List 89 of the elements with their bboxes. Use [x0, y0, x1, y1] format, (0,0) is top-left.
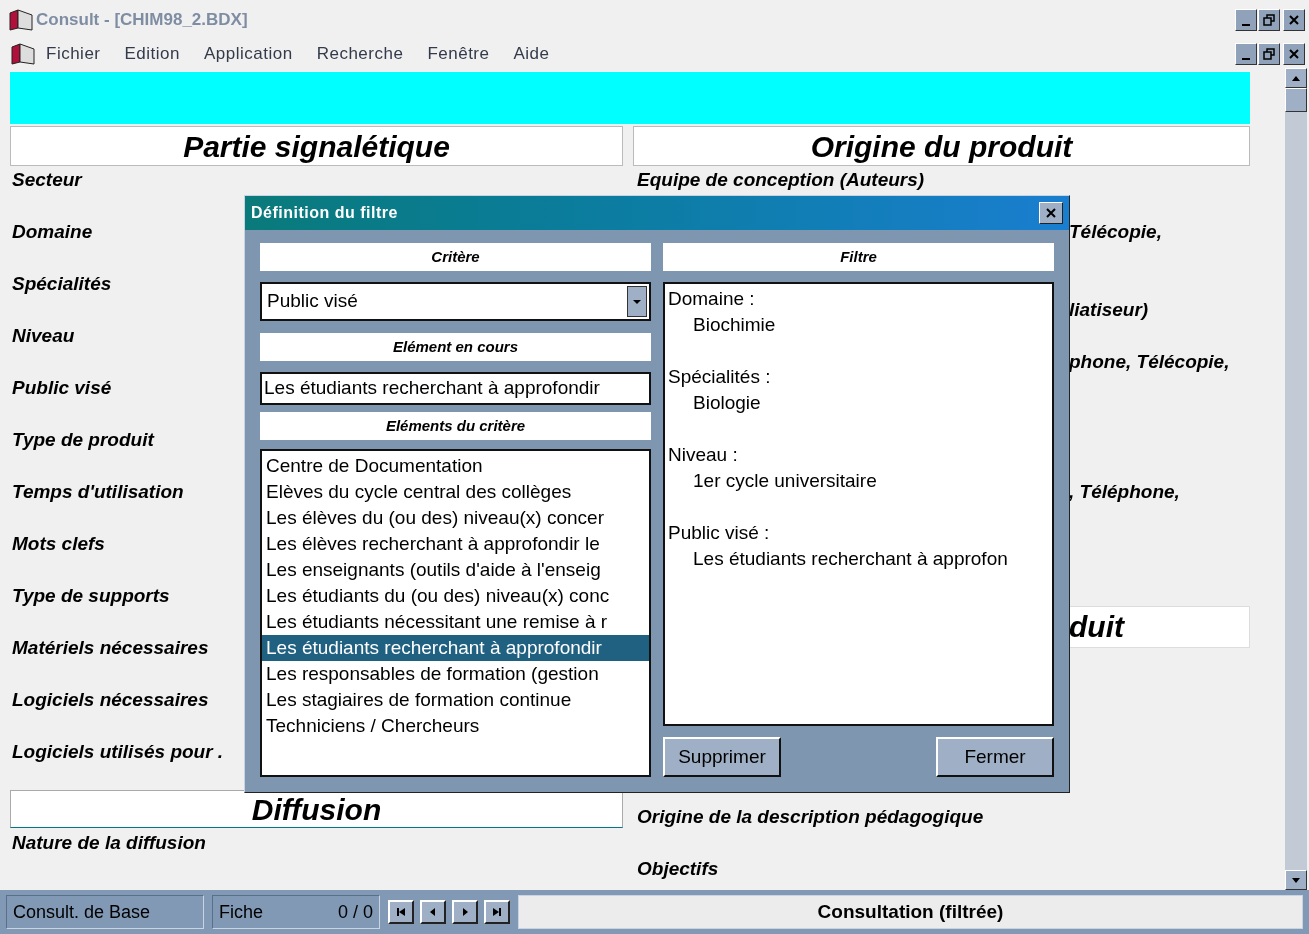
menu-item[interactable]: Aide	[513, 41, 550, 67]
field-label: Origine de la description pédagogique	[637, 806, 984, 827]
column-header: Elément en cours	[260, 333, 651, 361]
filter-label: Public visé :	[668, 521, 771, 545]
first-record-button[interactable]	[388, 900, 414, 924]
minimize-button[interactable]	[1235, 9, 1257, 31]
record-counter: 0 / 0	[337, 900, 373, 924]
list-item[interactable]: Les étudiants nécessitant une remise à r	[262, 609, 649, 635]
current-element-field[interactable]: Les étudiants recherchant à approfondir	[260, 372, 651, 405]
window-title: Consult - [CHIM98_2.BDX]	[36, 9, 248, 32]
field-label: Niveau	[12, 325, 75, 346]
column-header: Filtre	[663, 243, 1054, 271]
right-arrow-icon	[491, 906, 503, 918]
filter-value: Biochimie	[692, 313, 777, 337]
section-header: Diffusion	[10, 790, 623, 828]
close-button[interactable]	[1283, 9, 1305, 31]
list-item[interactable]: Les élèves recherchant à approfondir le	[262, 531, 649, 557]
field-label: Type de supports	[12, 585, 170, 606]
filter-value: 1er cycle universitaire	[692, 469, 878, 493]
field-label: Equipe de conception (Auteurs)	[637, 169, 925, 190]
field-label: Objectifs	[637, 858, 719, 879]
scroll-up-icon[interactable]	[1292, 75, 1300, 81]
minimize-icon	[1242, 24, 1250, 26]
restore-button[interactable]	[1258, 43, 1280, 65]
close-icon	[1045, 207, 1057, 219]
filter-label: Spécialités :	[668, 365, 772, 389]
next-button[interactable]	[452, 900, 478, 924]
dialog-button[interactable]: Supprimer	[663, 737, 781, 777]
filter-label: Niveau :	[668, 443, 739, 467]
section-header: Origine du produit	[633, 126, 1250, 166]
filter-value: Les étudiants recherchant à approfon	[692, 547, 1009, 571]
close-button[interactable]	[1283, 43, 1305, 65]
left-arrow-icon	[395, 906, 407, 918]
menu-item[interactable]: Fenêtre	[427, 41, 490, 67]
scrollbar-thumb[interactable]	[1285, 88, 1307, 112]
close-button[interactable]	[1039, 202, 1063, 224]
field-label: phone, Télécopie,	[1069, 351, 1230, 372]
field-label: Logiciels nécessaires	[12, 689, 209, 710]
restore-icon	[1263, 48, 1275, 60]
close-icon	[1288, 14, 1300, 26]
scrollbar[interactable]	[1285, 68, 1307, 890]
column-header: Eléments du critère	[260, 412, 651, 440]
criterion-dropdown[interactable]: Public visé	[260, 282, 651, 321]
scroll-down-icon[interactable]	[1292, 877, 1300, 883]
field-label: Logiciels utilisés pour .	[12, 741, 224, 762]
list-item[interactable]: Elèves du cycle central des collèges	[262, 479, 649, 505]
list-item[interactable]: Les stagiaires de formation continue	[262, 687, 649, 713]
minimize-button[interactable]	[1235, 43, 1257, 65]
field-label: Public visé	[12, 377, 112, 398]
menu-item[interactable]: Edition	[124, 41, 180, 67]
menu-item[interactable]: Fichier	[46, 41, 101, 67]
field-label: Mots clefs	[12, 533, 105, 554]
field-label: Domaine	[12, 221, 93, 242]
list-item[interactable]: Les étudiants recherchant à approfondir	[262, 635, 649, 661]
dropdown-icon[interactable]	[627, 286, 647, 317]
list-item[interactable]: Les enseignants (outils d'aide à l'enseig	[262, 557, 649, 583]
list-item[interactable]: Techniciens / Chercheurs	[262, 713, 649, 739]
field-label: Type de produit	[12, 429, 154, 450]
last-record-button[interactable]	[484, 900, 510, 924]
field-label: liatiseur)	[1069, 299, 1149, 320]
criterion-list[interactable]	[260, 449, 651, 777]
field-label: Télécopie,	[1069, 221, 1162, 242]
filter-label: Domaine :	[668, 287, 756, 311]
field-label: Temps d'utilisation	[12, 481, 184, 502]
dialog-title: Définition du filtre	[251, 203, 398, 223]
dialog-button[interactable]: Fermer	[936, 737, 1054, 777]
section-header: Partie signalétique	[10, 126, 623, 166]
field-label: Secteur	[12, 169, 82, 190]
list-item[interactable]: Centre de Documentation	[262, 453, 649, 479]
menu-item[interactable]: Recherche	[316, 41, 404, 67]
record-label: Fiche	[219, 900, 263, 924]
status-message: Consultation (filtrée)	[518, 895, 1303, 929]
status-mode: Consult. de Base	[6, 895, 204, 929]
restore-icon	[1263, 14, 1275, 26]
field-label: Spécialités	[12, 273, 112, 294]
menu-item[interactable]: Application	[204, 41, 293, 67]
filter-value: Biologie	[692, 391, 762, 415]
list-item[interactable]: Les étudiants du (ou des) niveau(x) conc	[262, 583, 649, 609]
field-label: Matériels nécessaires	[12, 637, 209, 658]
list-item[interactable]: Les élèves du (ou des) niveau(x) concer	[262, 505, 649, 531]
close-icon	[1288, 48, 1300, 60]
list-item[interactable]: Les responsables de formation (gestion	[262, 661, 649, 687]
restore-button[interactable]	[1258, 9, 1280, 31]
minimize-icon	[1242, 58, 1250, 60]
field-label: Nature de la diffusion	[12, 832, 206, 853]
previous-button[interactable]	[420, 900, 446, 924]
column-header: Critère	[260, 243, 651, 271]
document-icon	[10, 43, 36, 65]
app-icon	[8, 9, 34, 31]
